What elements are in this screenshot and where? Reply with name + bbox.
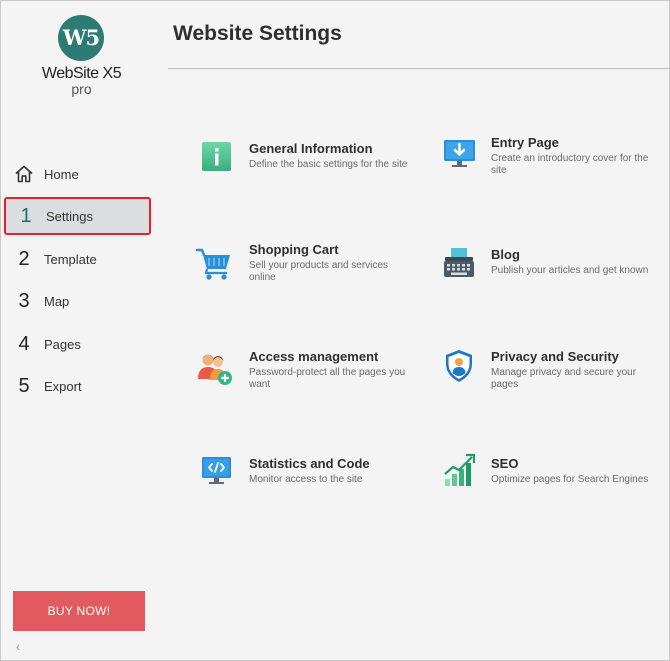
sidebar-item-label: Template — [44, 251, 97, 267]
sidebar-item-label: Home — [44, 166, 79, 182]
typewriter-icon — [443, 247, 475, 279]
shield-user-icon — [443, 349, 475, 382]
monitor-download-icon — [443, 135, 475, 167]
card-description: Create an introductory cover for the sit… — [491, 153, 649, 176]
card-description: Manage privacy and secure your pages — [491, 367, 637, 390]
card-title: Entry Page — [491, 135, 559, 150]
app-logo: W5 WebSite X5 pro — [34, 15, 129, 105]
card-description: Publish your articles and get known — [491, 265, 649, 276]
sidebar-item-map[interactable]: 3 Map — [4, 282, 151, 320]
step-number: 5 — [18, 374, 30, 397]
card-title: Blog — [491, 247, 520, 262]
app-window: W5 WebSite X5 pro Home 1 Settings 2 Temp… — [0, 0, 670, 661]
card-title: Statistics and Code — [249, 456, 370, 471]
card-description: Sell your products and services online — [249, 260, 388, 283]
step-number: 3 — [18, 289, 30, 312]
logo-edition: pro — [71, 81, 92, 97]
chevron-left-icon[interactable]: ‹ — [11, 639, 25, 655]
home-icon — [4, 164, 44, 184]
card-title: Access management — [249, 349, 379, 364]
card-description: Monitor access to the site — [249, 474, 363, 485]
sidebar: W5 WebSite X5 pro Home 1 Settings 2 Temp… — [1, 1, 160, 660]
logo-badge: W5 — [58, 15, 104, 61]
sidebar-item-home[interactable]: Home — [4, 155, 151, 193]
card-title: SEO — [491, 456, 519, 471]
sidebar-item-pages[interactable]: 4 Pages — [4, 325, 151, 363]
step-number: 2 — [18, 247, 30, 270]
card-privacy-security[interactable]: Privacy and Security Manage privacy and … — [443, 349, 663, 409]
card-description: Password-protect all the pages you want — [249, 367, 406, 390]
users-add-icon — [197, 351, 232, 385]
card-title: Shopping Cart — [249, 242, 339, 257]
step-number: 1 — [20, 204, 32, 227]
card-title: General Information — [249, 141, 373, 156]
card-entry-page[interactable]: Entry Page Create an introductory cover … — [443, 135, 663, 195]
page-title: Website Settings — [173, 22, 342, 45]
sidebar-item-label: Settings — [46, 208, 93, 224]
buy-now-button[interactable]: BUY NOW! — [13, 591, 145, 631]
card-general-information[interactable]: General Information Define the basic set… — [201, 141, 421, 201]
sidebar-item-label: Map — [44, 293, 70, 309]
card-statistics-code[interactable]: Statistics and Code Monitor access to th… — [201, 456, 421, 516]
sidebar-item-export[interactable]: 5 Export — [4, 367, 151, 405]
shopping-cart-icon — [195, 247, 230, 280]
card-access-management[interactable]: Access management Password-protect all t… — [198, 349, 421, 409]
main-content: Website Settings General Information Def… — [160, 1, 669, 660]
step-number: 4 — [18, 332, 30, 355]
card-title: Privacy and Security — [491, 349, 619, 364]
card-shopping-cart[interactable]: Shopping Cart Sell your products and ser… — [195, 242, 421, 302]
card-description: Optimize pages for Search Engines — [491, 474, 649, 485]
info-icon — [201, 141, 233, 173]
card-description: Define the basic settings for the site — [249, 159, 408, 170]
code-monitor-icon — [201, 456, 233, 488]
sidebar-item-template[interactable]: 2 Template — [4, 240, 151, 278]
sidebar-item-label: Pages — [44, 336, 81, 352]
card-seo[interactable]: SEO Optimize pages for Search Engines — [443, 453, 663, 516]
sidebar-item-settings[interactable]: 1 Settings — [4, 197, 151, 235]
card-blog[interactable]: Blog Publish your articles and get known — [443, 247, 663, 307]
sidebar-item-label: Export — [44, 378, 82, 394]
growth-chart-icon — [443, 452, 476, 486]
title-divider — [168, 68, 669, 69]
